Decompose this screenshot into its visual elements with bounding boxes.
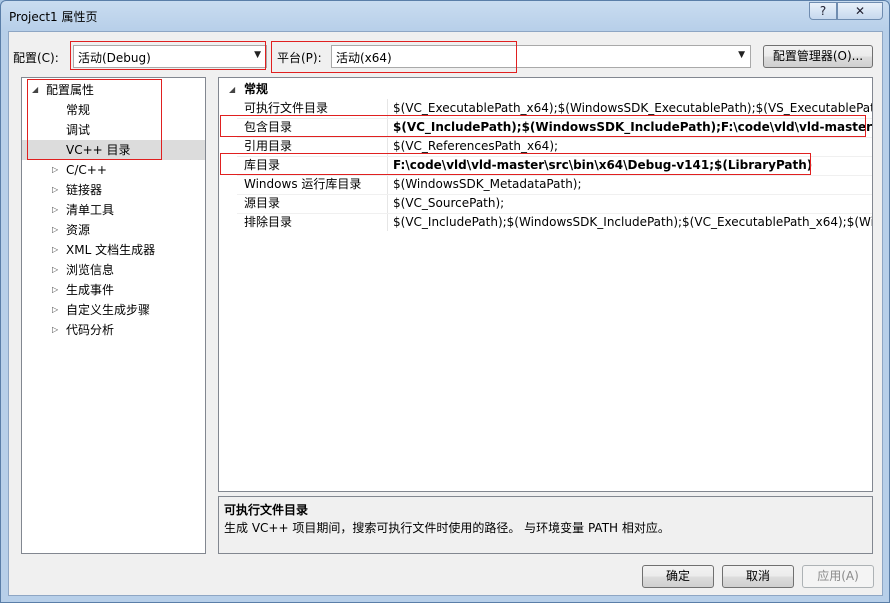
property-name: 包含目录 [244,120,293,134]
title-bar[interactable]: Project1 属性页 ? ✕ [1,1,889,31]
apply-button[interactable]: 应用(A) [802,565,874,588]
property-value[interactable]: $(VC_SourcePath); [393,194,504,213]
property-row[interactable]: 可执行文件目录 $(VC_ExecutablePath_x64);$(Windo… [219,99,872,118]
property-row[interactable]: 引用目录 $(VC_ReferencesPath_x64); [219,137,872,156]
property-value[interactable]: $(VC_ReferencesPath_x64); [393,137,558,156]
tree-item-build-events[interactable]: ▷ 生成事件 [22,280,205,300]
triangle-right-icon[interactable]: ▷ [52,280,58,300]
close-button[interactable]: ✕ [837,2,883,20]
help-button[interactable]: ? [809,2,837,20]
triangle-right-icon[interactable]: ▷ [52,200,58,220]
tree-item-label: 自定义生成步骤 [66,303,151,317]
tree-item-label: 清单工具 [66,203,115,217]
tree-item-label: 调试 [66,123,91,137]
tree-item-label: C/C++ [66,163,107,177]
tree-item-label: 常规 [66,103,91,117]
tree-item-label: XML 文档生成器 [66,243,156,257]
triangle-right-icon[interactable]: ▷ [52,320,58,340]
triangle-down-icon[interactable]: ◢ [32,80,38,100]
triangle-right-icon[interactable]: ▷ [52,180,58,200]
triangle-right-icon[interactable]: ▷ [52,260,58,280]
triangle-down-icon[interactable]: ◢ [229,80,235,99]
tree-item-linker[interactable]: ▷ 链接器 [22,180,205,200]
platform-value: 活动(x64) [336,51,392,65]
property-row[interactable]: 包含目录 $(VC_IncludePath);$(WindowsSDK_Incl… [219,118,872,137]
tree-item-resources[interactable]: ▷ 资源 [22,220,205,240]
triangle-right-icon[interactable]: ▷ [52,240,58,260]
platform-combo[interactable]: 活动(x64) ▼ [331,45,751,68]
tree-item-general[interactable]: 常规 [22,100,205,120]
description-text: 生成 VC++ 项目期间，搜索可执行文件时使用的路径。 与环境变量 PATH 相… [224,521,670,535]
help-icon: ? [819,4,827,18]
window-title: Project1 属性页 [9,10,98,24]
triangle-right-icon[interactable]: ▷ [52,300,58,320]
chevron-down-icon: ▼ [738,50,745,60]
tree-item-cpp[interactable]: ▷ C/C++ [22,160,205,180]
property-row[interactable]: 源目录 $(VC_SourcePath); [219,194,872,213]
tree-item-label: 链接器 [66,183,103,197]
property-value[interactable]: $(VC_ExecutablePath_x64);$(WindowsSDK_Ex… [393,99,872,118]
config-manager-button[interactable]: 配置管理器(O)... [763,45,873,68]
dialog-client: 配置(C): 活动(Debug) ▼ 平台(P): 活动(x64) ▼ 配置管理… [8,31,883,596]
property-name: 库目录 [244,158,281,172]
tree-item-label: 代码分析 [66,323,115,337]
platform-label: 平台(P): [277,51,322,65]
description-title: 可执行文件目录 [224,503,309,517]
tree-item-debugging[interactable]: 调试 [22,120,205,140]
property-name: 源目录 [244,196,281,210]
tree-root-config-properties[interactable]: ◢ 配置属性 [22,80,205,100]
triangle-right-icon[interactable]: ▷ [52,160,58,180]
property-row[interactable]: Windows 运行库目录 $(WindowsSDK_MetadataPath)… [219,175,872,194]
triangle-right-icon[interactable]: ▷ [52,220,58,240]
property-tree[interactable]: ◢ 配置属性 常规 调试 VC++ 目录 ▷ C/C++ ▷ 链接器 ▷ 清单工… [21,77,206,554]
close-icon: ✕ [854,4,866,18]
property-value[interactable]: F:\code\vld\vld-master\src\bin\x64\Debug… [393,156,812,175]
chevron-down-icon: ▼ [254,50,261,60]
tree-item-manifest-tool[interactable]: ▷ 清单工具 [22,200,205,220]
cancel-button[interactable]: 取消 [722,565,794,588]
tree-item-vc-directories[interactable]: VC++ 目录 [22,140,205,160]
grid-category-general[interactable]: ◢ 常规 [219,80,872,99]
tree-item-label: 资源 [66,223,91,237]
tree-item-xml-doc[interactable]: ▷ XML 文档生成器 [22,240,205,260]
property-name: 引用目录 [244,139,293,153]
category-label: 常规 [244,82,269,96]
description-pane: 可执行文件目录 生成 VC++ 项目期间，搜索可执行文件时使用的路径。 与环境变… [218,496,873,554]
tree-item-code-analysis[interactable]: ▷ 代码分析 [22,320,205,340]
config-combo[interactable]: 活动(Debug) ▼ [73,45,267,68]
property-name: 可执行文件目录 [244,101,329,115]
config-value: 活动(Debug) [78,51,151,65]
property-row[interactable]: 排除目录 $(VC_IncludePath);$(WindowsSDK_Incl… [219,213,872,232]
property-value[interactable]: $(WindowsSDK_MetadataPath); [393,175,582,194]
ok-button[interactable]: 确定 [642,565,714,588]
property-value[interactable]: $(VC_IncludePath);$(WindowsSDK_IncludePa… [393,118,872,137]
config-label: 配置(C): [13,51,59,65]
tree-item-label: 配置属性 [46,83,95,97]
property-row[interactable]: 库目录 F:\code\vld\vld-master\src\bin\x64\D… [219,156,872,175]
tree-item-custom-build[interactable]: ▷ 自定义生成步骤 [22,300,205,320]
tree-item-label: 生成事件 [66,283,115,297]
property-name: 排除目录 [244,215,293,229]
dialog-window: Project1 属性页 ? ✕ 配置(C): 活动(Debug) ▼ 平台(P… [0,0,890,603]
tree-item-label: 浏览信息 [66,263,115,277]
tree-item-browse-info[interactable]: ▷ 浏览信息 [22,260,205,280]
property-grid[interactable]: ◢ 常规 可执行文件目录 $(VC_ExecutablePath_x64);$(… [218,77,873,492]
property-name: Windows 运行库目录 [244,177,362,191]
property-value[interactable]: $(VC_IncludePath);$(WindowsSDK_IncludePa… [393,213,872,232]
tree-item-label: VC++ 目录 [63,140,134,160]
